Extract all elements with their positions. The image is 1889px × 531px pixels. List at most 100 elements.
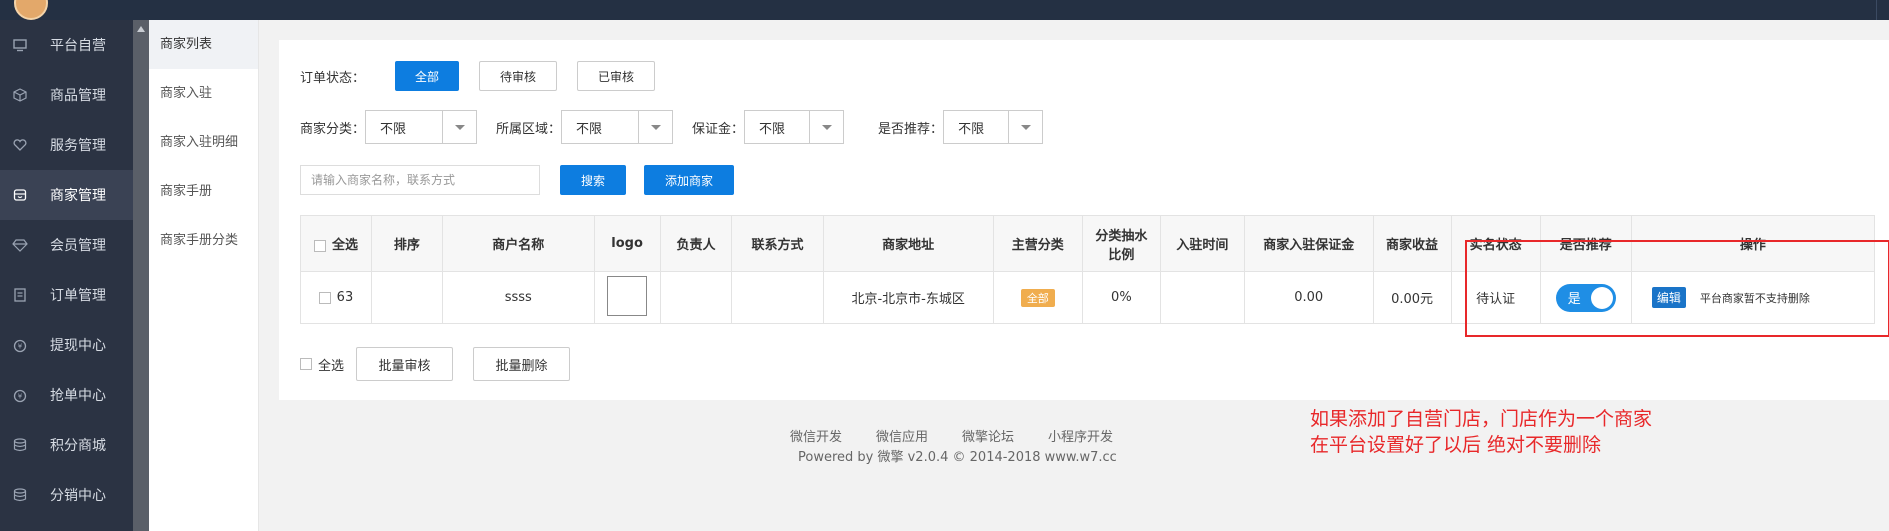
row-sort-id: 63 [336,290,354,305]
sidebar-item-label: 商家管理 [50,188,106,204]
batch-delete-button[interactable]: 批量删除 [473,347,571,381]
deposit-value: 不限 [759,121,786,137]
sidebar-item-points-mall[interactable]: 积分商城 [0,420,133,470]
sidebar-item-label: 抢单中心 [50,388,106,404]
chevron-down-icon [442,111,476,143]
submenu-item-handbook-category[interactable]: 商家手册分类 [149,216,258,265]
add-merchant-button[interactable]: 添加商家 [644,165,734,195]
filter-row: 商家分类： 不限 所属区域： 不限 保证金： 不限 是否推荐： 不限 [300,110,1044,144]
footer-link-wechat-dev[interactable]: 微信开发 [790,426,842,445]
region-label: 所属区域： [496,121,562,137]
row-address: 北京-北京市-东城区 [822,271,994,324]
sidebar-item-label: 分销中心 [50,488,106,504]
sidebar-item-goods[interactable]: 商品管理 [0,70,133,120]
sidebar-item-members[interactable]: 会员管理 [0,220,133,270]
sidebar-item-service[interactable]: 服务管理 [0,120,133,170]
header-contact: 联系方式 [731,215,824,272]
merchant-logo [607,275,648,316]
sidebar-item-platform[interactable]: 平台自营 [0,20,133,70]
svg-text:¥: ¥ [18,393,23,401]
header-name: 商户名称 [441,215,595,272]
scroll-up-icon[interactable] [137,26,145,32]
row-name: ssss [441,271,595,324]
row-deposit: 0.00 [1243,271,1374,324]
status-reviewed-button[interactable]: 已审核 [577,61,656,91]
store-icon [12,187,28,203]
chevron-down-icon [809,111,843,143]
sidebar-item-label: 服务管理 [50,138,106,154]
search-row: 搜索 添加商家 [300,165,734,195]
header-deposit: 商家入驻保证金 [1243,215,1374,272]
category-label: 商家分类： [300,121,366,137]
deposit-label: 保证金： [692,121,745,137]
database-icon [12,437,28,453]
select-all-checkbox[interactable] [313,239,326,252]
sidebar-item-label: 提现中心 [50,338,106,354]
header-select-all-label: 全选 [331,238,358,253]
sidebar: 平台自营 商品管理 服务管理 商家管理 会员管理 订单管理 ¥ 提现中心 ¥ 抢… [0,20,133,531]
annotation-line1: 如果添加了自营门店，门店作为一个商家 [1310,408,1653,430]
powered-by: Powered by 微擎 v2.0.4 © 2014-2018 www.w7.… [798,450,1117,465]
category-tag: 全部 [1020,288,1055,307]
row-commission: 0% [1081,271,1161,324]
sidebar-item-grab-orders[interactable]: ¥ 抢单中心 [0,370,133,420]
region-select[interactable]: 不限 [561,110,674,144]
top-divider [1876,0,1877,20]
sidebar-item-withdraw[interactable]: ¥ 提现中心 [0,320,133,370]
sidebar-item-orders[interactable]: 订单管理 [0,270,133,320]
chevron-down-icon [638,111,672,143]
sidebar-item-label: 会员管理 [50,238,106,254]
submenu-item-merchant-join[interactable]: 商家入驻 [149,69,258,118]
bulk-select-all-label: 全选 [318,358,345,374]
batch-review-button[interactable]: 批量审核 [356,347,454,381]
header-address: 商家地址 [822,215,994,272]
top-bar [0,0,1889,20]
sidebar-item-merchant[interactable]: 商家管理 [0,170,133,220]
bulk-select-all-checkbox[interactable] [300,358,312,370]
header-join-time: 入驻时间 [1159,215,1245,272]
status-pending-button[interactable]: 待审核 [479,61,558,91]
submenu-item-handbook[interactable]: 商家手册 [149,167,258,216]
order-status-label: 订单状态： [300,70,366,86]
region-value: 不限 [576,121,603,137]
avatar[interactable] [14,0,48,20]
sidebar-item-label: 订单管理 [50,288,106,304]
row-checkbox[interactable] [318,291,331,304]
row-join-time [1159,271,1245,324]
header-select-all[interactable]: 全选 [300,215,372,272]
category-value: 不限 [380,121,407,137]
header-commission-line1: 分类抽水 [1095,228,1148,244]
footer-link-forum[interactable]: 微擎论坛 [962,426,1014,445]
submenu-item-merchant-list[interactable]: 商家列表 [149,20,258,69]
header-income: 商家收益 [1372,215,1452,272]
monitor-icon [12,37,28,53]
search-button[interactable]: 搜索 [560,165,626,195]
sidebar-scrollbar[interactable] [133,20,149,531]
row-sort-cell [370,271,443,324]
money-icon: ¥ [12,337,28,353]
submenu: 商家列表 商家入驻 商家入驻明细 商家手册 商家手册分类 [149,20,259,531]
annotation-text: 如果添加了自营门店，门店作为一个商家 在平台设置好了以后 绝对不要删除 [1310,406,1652,458]
row-select-cell: 63 [300,271,372,324]
footer-link-miniprogram[interactable]: 小程序开发 [1048,426,1113,445]
list-icon [12,287,28,303]
status-all-button[interactable]: 全部 [395,61,460,91]
sidebar-item-distribution[interactable]: 分销中心 [0,470,133,520]
row-contact [731,271,824,324]
highlight-box [1465,240,1889,337]
header-main-category: 主营分类 [992,215,1083,272]
search-input[interactable] [300,165,540,195]
annotation-line2: 在平台设置好了以后 绝对不要删除 [1310,434,1602,456]
deposit-select[interactable]: 不限 [744,110,845,144]
row-category-cell: 全部 [992,271,1083,324]
recommend-value: 不限 [958,121,985,137]
submenu-item-join-details[interactable]: 商家入驻明细 [149,118,258,167]
footer-link-wechat-apps[interactable]: 微信应用 [876,426,928,445]
recommend-select[interactable]: 不限 [943,110,1044,144]
database-icon [12,487,28,503]
sidebar-item-label: 平台自营 [50,38,106,54]
category-select[interactable]: 不限 [365,110,478,144]
footer-links: 微信开发 微信应用 微擎论坛 小程序开发 [790,426,1147,445]
row-logo-cell [593,271,661,324]
main-panel: 订单状态： 全部 待审核 已审核 商家分类： 不限 所属区域： 不限 保证金： … [279,40,1889,400]
